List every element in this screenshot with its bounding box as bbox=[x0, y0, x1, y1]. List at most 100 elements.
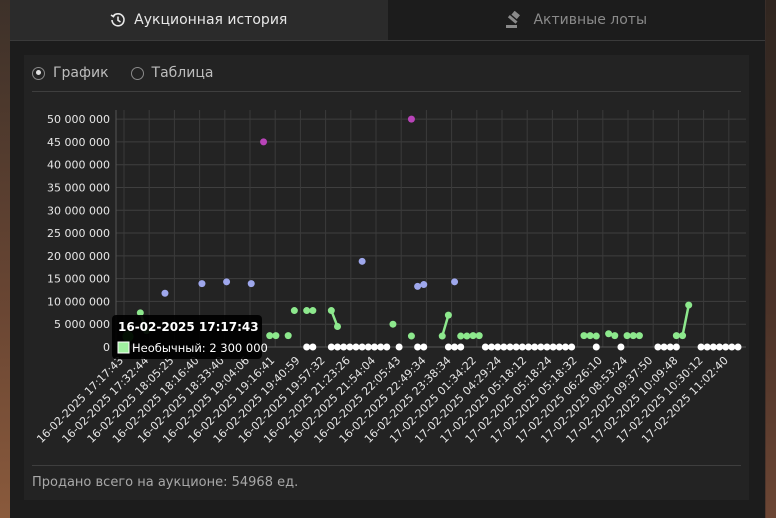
y-tick-label: 40 000 000 bbox=[47, 159, 110, 172]
data-point-uncommon bbox=[389, 320, 397, 328]
data-point-uncommon bbox=[611, 332, 619, 340]
data-point-uncommon bbox=[309, 307, 317, 315]
data-point-common bbox=[549, 343, 557, 351]
data-point-common bbox=[451, 343, 459, 351]
tab-auction-history-label: Аукционная история bbox=[134, 12, 288, 28]
data-point-uncommon bbox=[672, 332, 680, 340]
data-point-common bbox=[666, 343, 674, 351]
view-option-table[interactable]: Таблица bbox=[130, 65, 214, 81]
data-point-common bbox=[672, 343, 680, 351]
view-option-table-label: Таблица bbox=[151, 65, 214, 81]
data-point-uncommon bbox=[407, 332, 415, 340]
data-point-rare bbox=[451, 278, 459, 286]
data-point-uncommon bbox=[469, 332, 477, 340]
data-point-uncommon bbox=[327, 307, 335, 315]
data-point-common bbox=[364, 343, 372, 351]
data-point-common bbox=[512, 343, 520, 351]
total-sold-text: Продано всего на аукционе: 54968 ед. bbox=[32, 475, 299, 490]
background-left bbox=[0, 0, 10, 518]
data-point-rare bbox=[247, 280, 255, 288]
data-point-common bbox=[358, 343, 366, 351]
data-point-common bbox=[457, 343, 465, 351]
series-line-uncommon bbox=[681, 304, 690, 336]
data-point-common bbox=[525, 343, 533, 351]
history-icon bbox=[110, 12, 126, 28]
data-point-common bbox=[561, 343, 569, 351]
data-point-uncommon bbox=[685, 301, 693, 309]
data-point-common bbox=[555, 343, 563, 351]
data-point-uncommon bbox=[592, 332, 600, 340]
data-point-common bbox=[481, 343, 489, 351]
data-point-uncommon bbox=[438, 332, 446, 340]
bottom-divider bbox=[32, 465, 741, 466]
data-point-common bbox=[709, 343, 717, 351]
data-point-common bbox=[494, 343, 502, 351]
radio-table[interactable] bbox=[130, 66, 144, 80]
data-point-uncommon bbox=[333, 322, 341, 330]
data-point-common bbox=[660, 343, 668, 351]
tab-active-lots-label: Активные лоты bbox=[533, 12, 648, 28]
data-point-common bbox=[716, 343, 724, 351]
data-point-uncommon bbox=[290, 307, 298, 315]
data-point-common bbox=[506, 343, 514, 351]
data-point-common bbox=[500, 343, 508, 351]
tooltip-title: 16-02-2025 17:17:43 bbox=[118, 320, 259, 334]
data-point-uncommon bbox=[272, 332, 280, 340]
data-point-rare bbox=[358, 257, 366, 265]
y-tick-label: 15 000 000 bbox=[47, 273, 110, 286]
data-point-common bbox=[333, 343, 341, 351]
data-point-uncommon bbox=[629, 332, 637, 340]
y-tick-label: 45 000 000 bbox=[47, 136, 110, 149]
data-point-common bbox=[346, 343, 354, 351]
data-point-epic bbox=[407, 115, 415, 123]
data-point-uncommon bbox=[457, 332, 465, 340]
data-point-rare bbox=[414, 282, 422, 290]
data-point-common bbox=[444, 343, 452, 351]
data-point-common bbox=[383, 343, 391, 351]
data-point-uncommon bbox=[635, 332, 643, 340]
data-point-common bbox=[703, 343, 711, 351]
view-option-chart[interactable]: График bbox=[32, 65, 109, 81]
price-chart: 0 5 000 000 10 000 000 15 000 000 20 000 000… bbox=[34, 110, 746, 446]
data-point-common bbox=[414, 343, 422, 351]
data-point-uncommon bbox=[284, 332, 292, 340]
data-point-common bbox=[395, 343, 403, 351]
data-point-uncommon bbox=[605, 330, 613, 338]
gavel-icon bbox=[505, 11, 525, 29]
y-tick-label: 25 000 000 bbox=[47, 227, 110, 240]
data-point-common bbox=[568, 343, 576, 351]
data-point-uncommon bbox=[586, 332, 594, 340]
data-point-common bbox=[327, 343, 335, 351]
data-point-rare bbox=[420, 281, 428, 289]
data-point-common bbox=[518, 343, 526, 351]
data-point-common bbox=[537, 343, 545, 351]
data-point-uncommon bbox=[475, 332, 483, 340]
radio-chart[interactable] bbox=[32, 66, 45, 80]
data-point-rare bbox=[223, 278, 231, 286]
data-point-common bbox=[377, 343, 385, 351]
y-tick-label: 35 000 000 bbox=[47, 181, 110, 194]
data-point-common bbox=[303, 343, 311, 351]
data-point-common bbox=[734, 343, 742, 351]
data-point-common bbox=[543, 343, 551, 351]
data-point-uncommon bbox=[303, 307, 311, 315]
tab-auction-history[interactable]: Аукционная история bbox=[10, 0, 388, 40]
data-point-common bbox=[420, 343, 428, 351]
view-switch: График Таблица bbox=[32, 65, 213, 81]
tab-active-lots[interactable]: Активные лоты bbox=[387, 0, 765, 40]
view-option-chart-label: График bbox=[53, 65, 109, 81]
data-point-common bbox=[488, 343, 496, 351]
data-point-uncommon bbox=[463, 332, 471, 340]
data-point-uncommon bbox=[444, 311, 452, 319]
data-point-common bbox=[728, 343, 736, 351]
data-point-common bbox=[722, 343, 730, 351]
data-point-uncommon bbox=[679, 332, 687, 340]
history-panel: График Таблица 0 5 000 000 10 000 000 15 00… bbox=[24, 55, 749, 500]
top-divider bbox=[32, 91, 741, 92]
data-point-common bbox=[697, 343, 705, 351]
y-tick-label: 10 000 000 bbox=[47, 295, 110, 308]
data-point-uncommon bbox=[580, 332, 588, 340]
y-tick-label: 5 000 000 bbox=[54, 318, 110, 331]
y-tick-label: 20 000 000 bbox=[47, 250, 110, 263]
y-tick-label: 0 bbox=[103, 341, 110, 354]
